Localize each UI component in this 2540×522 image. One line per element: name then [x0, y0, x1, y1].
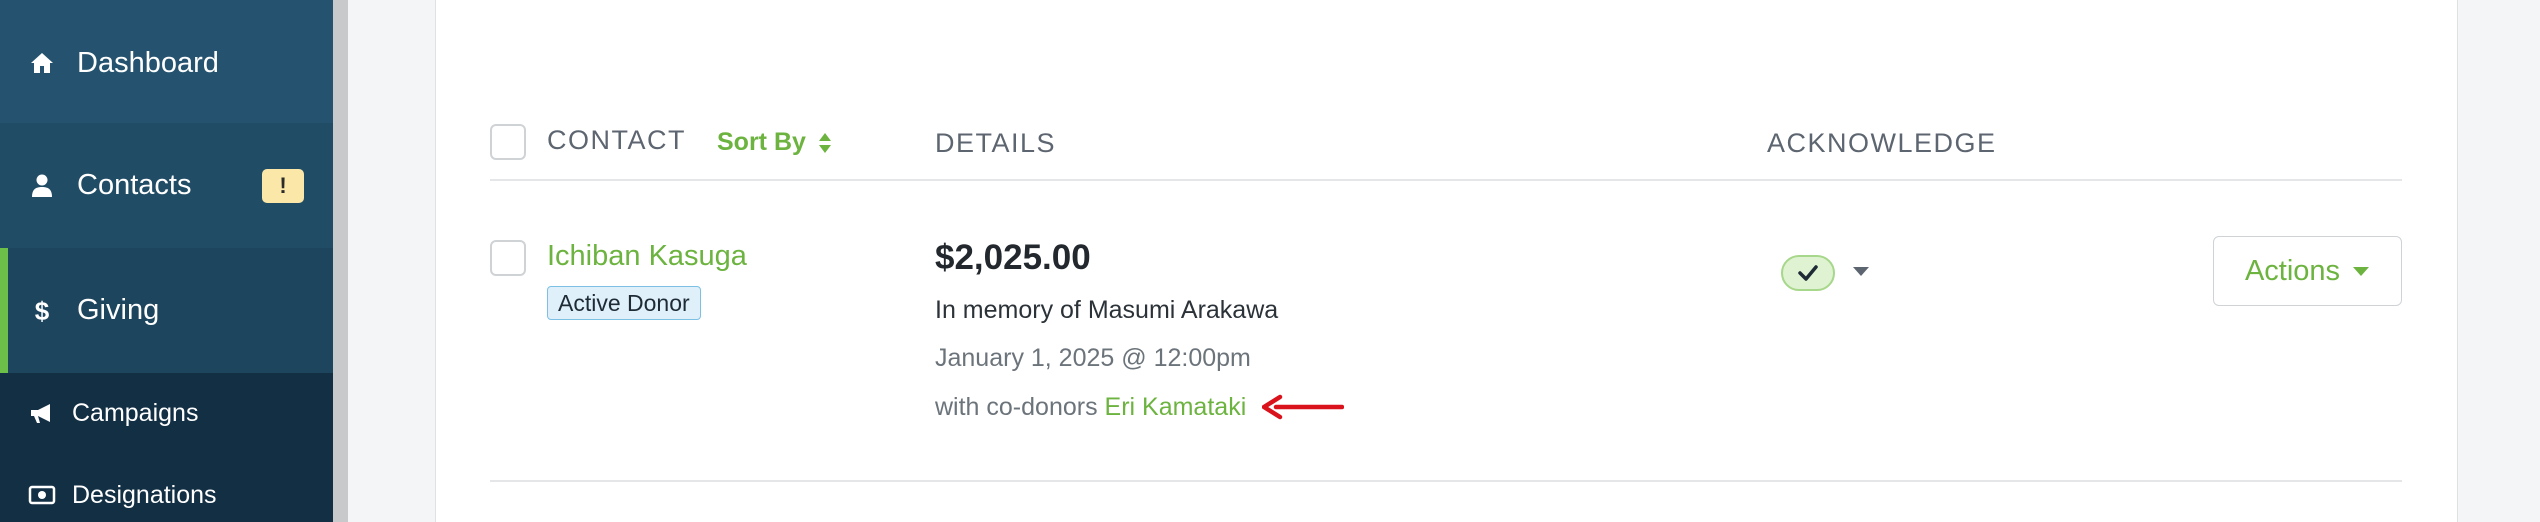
codonors-line: with co-donors Eri Kamataki	[935, 393, 1246, 422]
svg-text:$: $	[35, 297, 50, 325]
sidebar-item-contacts[interactable]: Contacts !	[0, 123, 333, 248]
megaphone-icon	[31, 404, 50, 423]
annotation-arrow-icon	[1262, 394, 1344, 420]
user-icon	[32, 174, 52, 197]
sidebar-item-label: Contacts	[77, 169, 192, 201]
sidebar-divider	[333, 0, 348, 522]
actions-label: Actions	[2244, 254, 2341, 287]
check-icon	[1798, 265, 1818, 281]
column-header-contact: CONTACT	[547, 125, 686, 155]
gift-amount: $2,025.00	[935, 238, 1091, 277]
column-header-acknowledge: ACKNOWLEDGE	[1767, 128, 1997, 158]
chevron-down-icon[interactable]	[1852, 265, 1870, 277]
sort-by-label: Sort By	[717, 128, 806, 156]
money-icon	[28, 485, 56, 505]
contact-name-link[interactable]: Ichiban Kasuga	[547, 240, 747, 273]
sidebar: Dashboard Contacts ! $ Giving Campaigns	[0, 0, 333, 522]
sidebar-item-giving[interactable]: $ Giving	[0, 248, 333, 373]
select-all-checkbox[interactable]	[490, 124, 526, 160]
gift-memorial-note: In memory of Masumi Arakawa	[935, 296, 1279, 324]
actions-button[interactable]: Actions	[2213, 236, 2402, 306]
sidebar-item-designations[interactable]: Designations	[0, 465, 333, 522]
sidebar-item-dashboard[interactable]: Dashboard	[0, 0, 333, 126]
page-gutter-right	[2458, 0, 2540, 522]
row-divider	[490, 480, 2402, 482]
column-header-details: DETAILS	[935, 128, 1057, 158]
sidebar-item-label: Designations	[72, 480, 217, 509]
codonor-link[interactable]: Eri Kamataki	[1105, 393, 1247, 421]
sort-by-button[interactable]: Sort By	[717, 128, 832, 157]
gift-date: January 1, 2025 @ 12:00pm	[935, 344, 1251, 372]
row-checkbox[interactable]	[490, 240, 526, 276]
sidebar-item-label: Campaigns	[72, 398, 199, 427]
codonors-prefix: with co-donors	[935, 393, 1098, 421]
sidebar-item-label: Dashboard	[77, 46, 219, 79]
home-icon	[31, 53, 53, 73]
sort-icon	[818, 132, 831, 153]
sidebar-item-label: Giving	[77, 294, 160, 326]
sidebar-item-campaigns[interactable]: Campaigns	[0, 383, 333, 443]
header-divider	[490, 179, 2402, 181]
page-gutter-left	[348, 0, 435, 522]
chevron-down-icon	[2353, 267, 2370, 276]
alert-badge: !	[262, 168, 304, 203]
status-badge: Active Donor	[547, 286, 701, 320]
active-indicator	[0, 248, 8, 373]
acknowledge-toggle[interactable]	[1781, 255, 1835, 291]
dollar-icon: $	[35, 297, 50, 325]
giving-subnav: Campaigns Designations	[0, 373, 333, 522]
